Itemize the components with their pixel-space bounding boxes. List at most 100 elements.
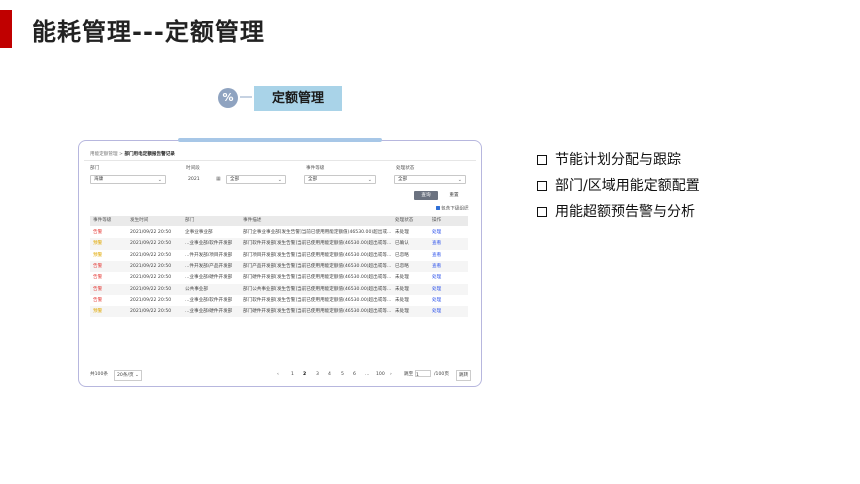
event-desc: 部门产品开发部[发生告警]当前已使用用能定额值(46530.00)超出或等...: [243, 263, 391, 269]
table-row: 预警 2021/09/22 20:50 ...业事业部/硬件开发部 部门硬件开发…: [90, 306, 468, 318]
event-dept: ...件开发部/项目开发部: [185, 252, 233, 258]
time-range-value: 全部: [230, 177, 240, 182]
chevron-down-icon: ⌄: [367, 177, 372, 183]
event-desc: 部门项目开发部[发生告警]当前已使用用能定额值(46530.00)超出或等...: [243, 252, 391, 258]
event-status: 未处理: [395, 309, 409, 315]
page-size-select[interactable]: 20条/页 ⌄: [114, 370, 142, 381]
frame-top-accent: [178, 138, 382, 142]
page-size-value: 20条/页: [117, 373, 134, 378]
table-header: 事件等级 发生时间 部门 事件描述 处理状态 操作: [90, 216, 468, 226]
col-header-action: 操作: [432, 218, 442, 223]
goto-label: 跳至: [404, 372, 414, 377]
status-select-value: 全部: [398, 177, 408, 182]
row-action-link[interactable]: 处理: [432, 306, 462, 317]
page-link[interactable]: 6: [353, 370, 356, 379]
row-action-link[interactable]: 查看: [432, 238, 462, 249]
table-row: 预警 2021/09/22 20:50 ...件开发部/项目开发部 部门项目开发…: [90, 250, 468, 261]
section-header: 定额管理: [254, 86, 342, 111]
row-action-link[interactable]: 处理: [432, 295, 462, 306]
event-level: 预警: [93, 309, 103, 315]
event-status: 未处理: [395, 275, 409, 281]
event-time: 2021/09/22 20:50: [130, 286, 172, 292]
col-header-dept: 部门: [185, 218, 195, 223]
event-time: 2021/09/22 20:50: [130, 230, 172, 235]
event-desc: 部门硬件开发部[发生告警]当前已使用用能定额值(46530.00)超出或等...: [243, 309, 391, 315]
table-row: 预警 2021/09/22 20:50 ...业事业部/软件开发部 部门软件开发…: [90, 238, 468, 250]
include-sub-orgs-label: 包含下级组织: [441, 206, 469, 212]
breadcrumb-current: 部门用电定额报告警记录: [124, 152, 175, 157]
square-bullet-icon: [537, 155, 547, 165]
event-dept: ...业事业部/硬件开发部: [185, 309, 233, 315]
event-dept: ...业事业部/软件开发部: [185, 241, 233, 247]
event-desc: 部门企事业事业部[发生告警]当前已使用用能定额值(46530.00)超出或...: [243, 230, 391, 235]
dept-select[interactable]: 海康 ⌄: [90, 175, 166, 184]
feature-list: 节能计划分配与跟踪 部门/区域用能定额配置 用能超额预告警与分析: [537, 150, 700, 228]
next-page-chevron-icon[interactable]: ›: [390, 370, 392, 379]
page-link[interactable]: 4: [328, 370, 331, 379]
status-select[interactable]: 全部 ⌄: [394, 175, 466, 184]
row-action-link[interactable]: 查看: [432, 250, 462, 261]
event-dept: ...业事业部/软件开发部: [185, 297, 233, 303]
row-action-link[interactable]: 查看: [432, 261, 462, 272]
reset-button[interactable]: 重置: [442, 191, 466, 200]
time-year-value[interactable]: 2021: [188, 175, 200, 184]
percent-icon: %: [218, 88, 238, 108]
feature-item-text: 部门/区域用能定额配置: [555, 178, 700, 194]
feature-item: 部门/区域用能定额配置: [537, 176, 700, 202]
level-select-value: 全部: [308, 177, 318, 182]
feature-item-text: 用能超额预告警与分析: [555, 204, 695, 220]
square-bullet-icon: [537, 181, 547, 191]
table-row: 告警 2021/09/22 20:50 ...业事业部/软件开发部 部门软件开发…: [90, 295, 468, 306]
include-sub-orgs[interactable]: 包含下级组织: [436, 206, 469, 212]
feature-item: 节能计划分配与跟踪: [537, 150, 700, 176]
event-desc: 部门软件开发部[发生告警]当前已使用用能定额值(46530.00)超出或等...: [243, 297, 391, 303]
square-bullet-icon: [537, 207, 547, 217]
quota-alarm-screen: 用能定额管理 > 部门用电定额报告警记录 部门 海康 ⌄ 时间段 2021 ▦ …: [84, 146, 476, 382]
calendar-icon[interactable]: ▦: [216, 175, 221, 184]
time-filter-label: 时间段: [186, 166, 200, 171]
event-desc: 部门硬件开发部[发生告警]当前已使用用能定额值(46530.00)超出或等...: [243, 275, 391, 281]
chevron-down-icon: ⌄: [277, 177, 282, 183]
page-link-current[interactable]: 2: [303, 370, 306, 379]
event-status: 已确认: [395, 241, 409, 247]
title-accent-bar: [0, 10, 12, 48]
divider: [84, 160, 476, 161]
table-row: 告警 2021/09/22 20:50 企事业事业部 部门企事业事业部[发生告警…: [90, 227, 468, 238]
goto-input[interactable]: 1: [415, 370, 431, 379]
time-range-select[interactable]: 全部 ⌄: [226, 175, 286, 184]
row-action-link[interactable]: 处理: [432, 284, 462, 295]
event-desc: 部门公共事业部[发生告警]当前已使用用能定额值(46530.00)超出或等...: [243, 286, 391, 292]
feature-item-text: 节能计划分配与跟踪: [555, 152, 681, 168]
breadcrumb-parent[interactable]: 用能定额管理 >: [90, 152, 123, 157]
page-link[interactable]: 5: [341, 370, 344, 379]
event-level: 预警: [93, 241, 103, 247]
event-dept: ...件开发部/产品开发部: [185, 263, 233, 269]
event-level: 告警: [93, 230, 103, 235]
status-filter-label: 处理状态: [396, 166, 415, 171]
dept-filter-label: 部门: [90, 166, 100, 171]
event-status: 未处理: [395, 297, 409, 303]
prev-page-chevron-icon[interactable]: ‹: [277, 370, 279, 379]
event-dept: ...业事业部/硬件开发部: [185, 275, 233, 281]
query-button[interactable]: 查询: [414, 191, 438, 200]
event-time: 2021/09/22 20:50: [130, 297, 172, 303]
row-action-link[interactable]: 处理: [432, 272, 462, 283]
row-action-link[interactable]: 处理: [432, 227, 462, 238]
page-link[interactable]: 1: [291, 370, 294, 379]
page-link-last[interactable]: 100: [376, 370, 385, 379]
total-pages: /100页: [434, 372, 449, 377]
event-time: 2021/09/22 20:50: [130, 309, 172, 315]
chevron-down-icon: ⌄: [457, 177, 462, 183]
slide-title: 能耗管理---定额管理: [32, 18, 265, 46]
event-status: 已忽略: [395, 263, 409, 269]
event-level: 告警: [93, 297, 103, 303]
page-link[interactable]: 3: [316, 370, 319, 379]
checkbox-checked-icon[interactable]: [436, 206, 440, 210]
event-status: 已忽略: [395, 252, 409, 258]
page-ellipsis[interactable]: ...: [365, 370, 369, 379]
table-row: 告警 2021/09/22 20:50 公共事业部 部门公共事业部[发生告警]当…: [90, 283, 468, 295]
pagination-total: 共100条: [90, 372, 108, 377]
badge-connector: [240, 96, 252, 98]
goto-button[interactable]: 跳转: [456, 370, 472, 381]
level-select[interactable]: 全部 ⌄: [304, 175, 376, 184]
